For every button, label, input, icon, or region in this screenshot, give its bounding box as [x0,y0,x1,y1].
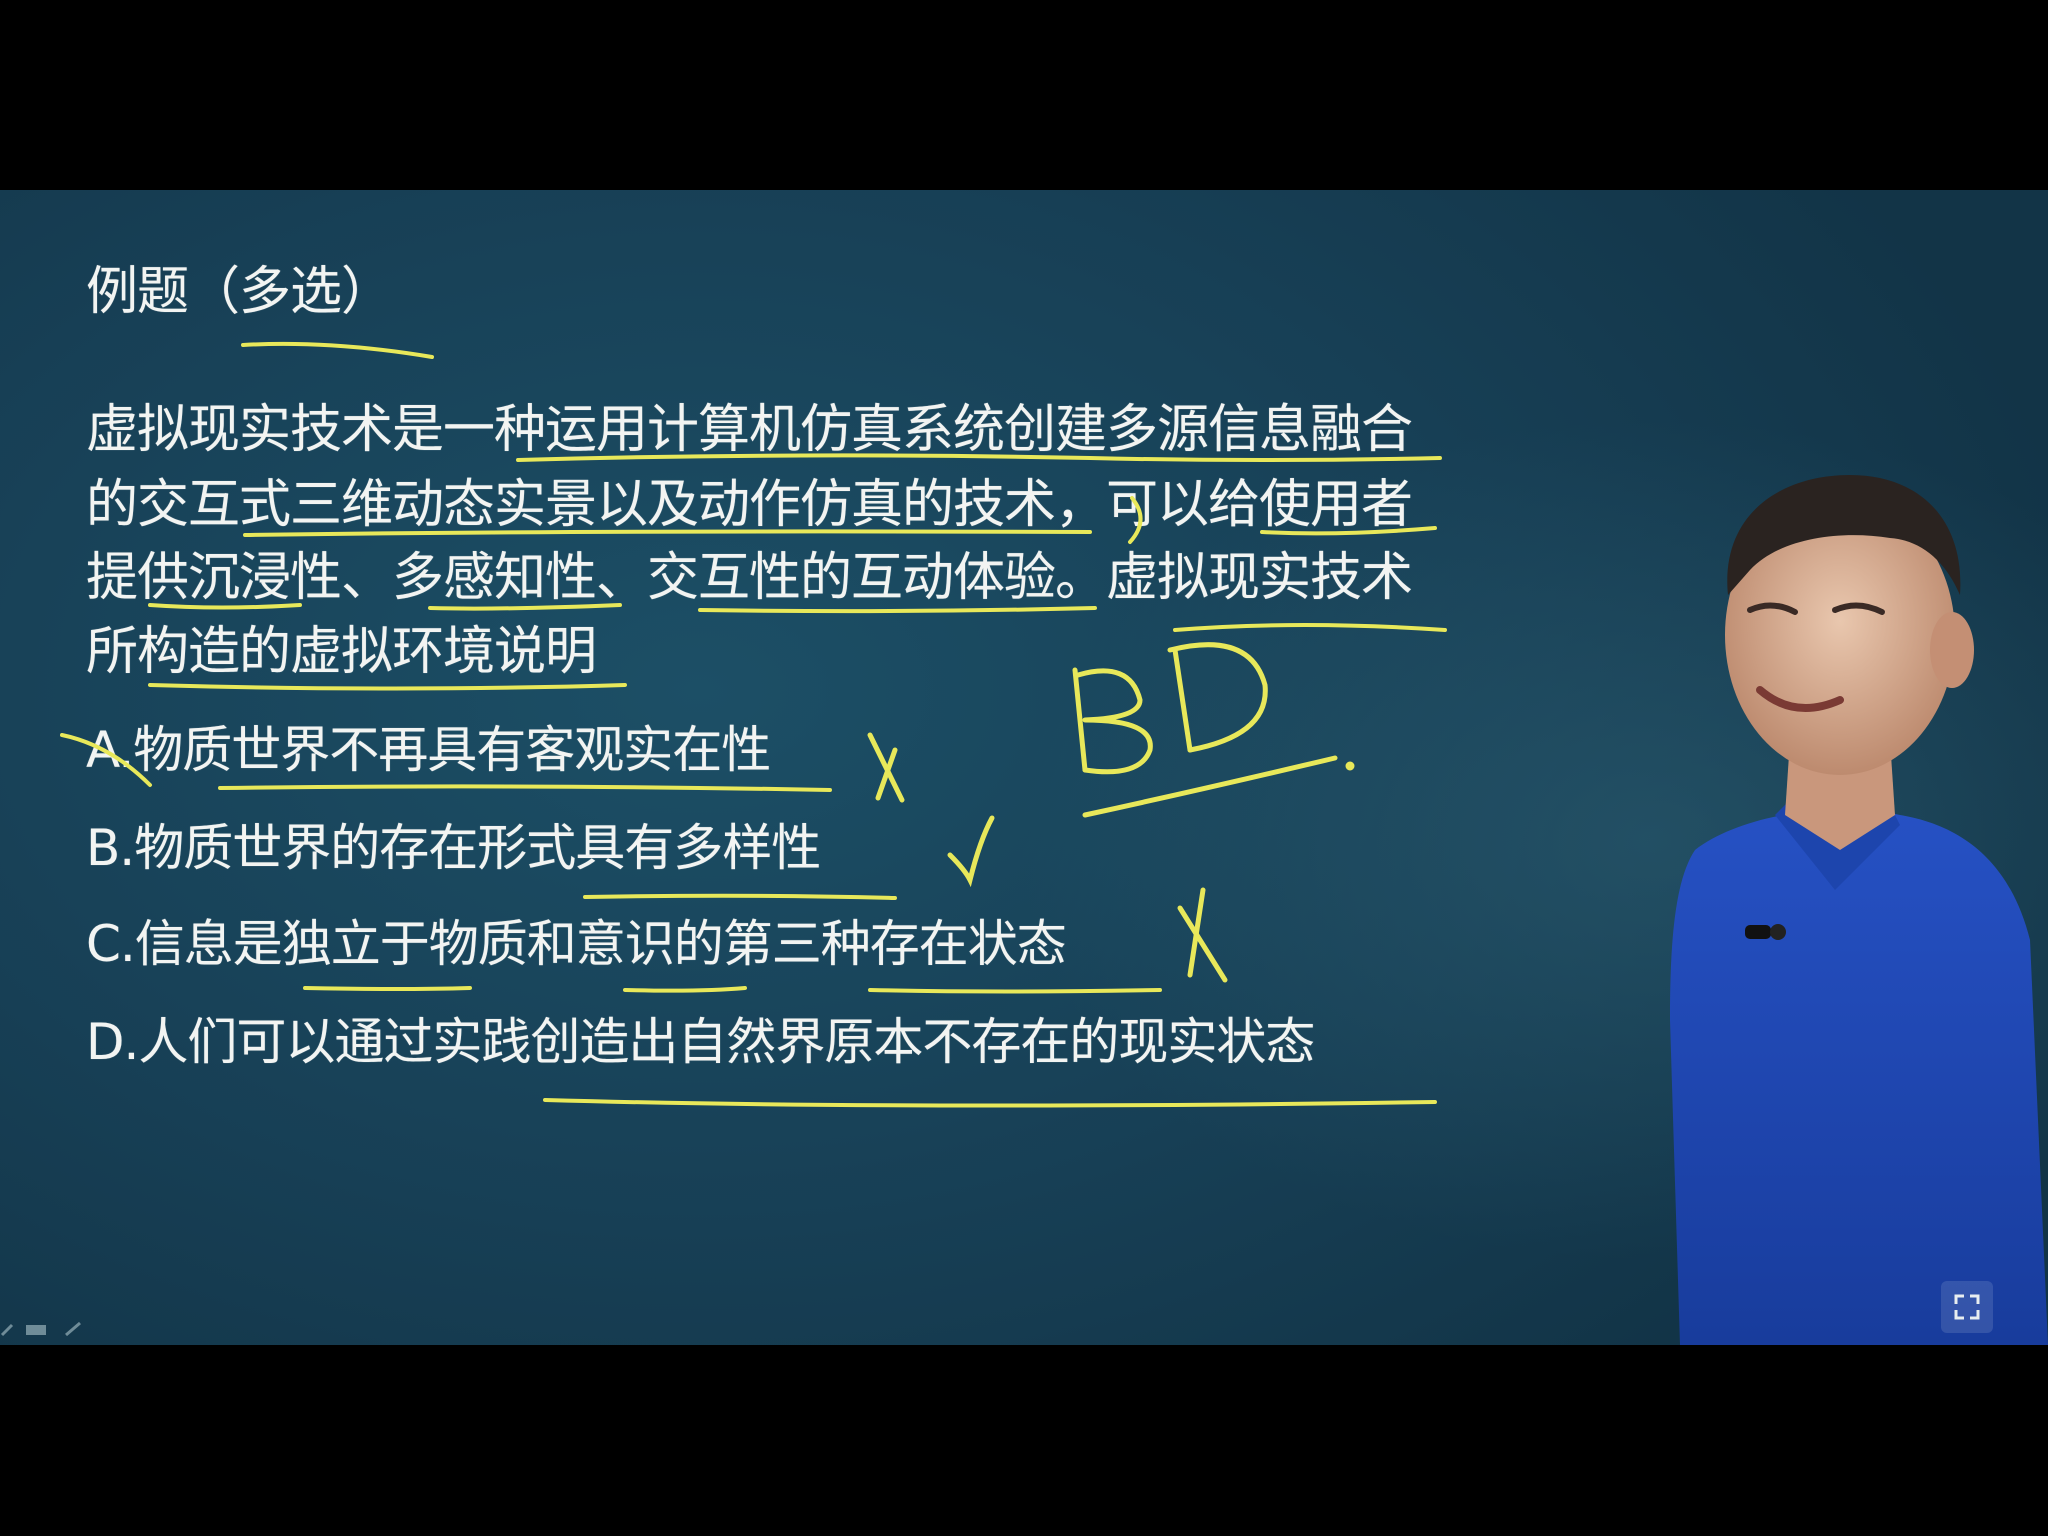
option-b: B.物质世界的存在形式具有多样性 [86,819,821,877]
option-a: A.物质世界不再具有客观实在性 [86,721,771,779]
question-line-1: 虚拟现实技术是一种运用计算机仿真系统创建多源信息融合 [86,400,1413,460]
option-d: D.人们可以通过实践创造出自然界原本不存在的现实状态 [86,1013,1315,1071]
question-line-4: 所构造的虚拟环境说明 [86,622,597,682]
blackboard: 例题（多选） 虚拟现实技术是一种运用计算机仿真系统创建多源信息融合 的交互式三维… [0,190,1500,1345]
question-line-2: 的交互式三维动态实景以及动作仿真的技术，可以给使用者 [86,475,1413,535]
fullscreen-icon[interactable] [1941,1281,1993,1333]
question-line-3: 提供沉浸性、多感知性、交互性的互动体验。虚拟现实技术 [86,548,1413,608]
question-title: 例题（多选） [86,262,393,322]
video-frame: 例题（多选） 虚拟现实技术是一种运用计算机仿真系统创建多源信息融合 的交互式三维… [0,0,2048,1536]
watermark-corner [0,1317,90,1339]
option-c: C.信息是独立于物质和意识的第三种存在状态 [86,915,1067,973]
lecture-video[interactable]: 例题（多选） 虚拟现实技术是一种运用计算机仿真系统创建多源信息融合 的交互式三维… [0,190,2048,1345]
teacher-figure [1670,475,2048,1345]
